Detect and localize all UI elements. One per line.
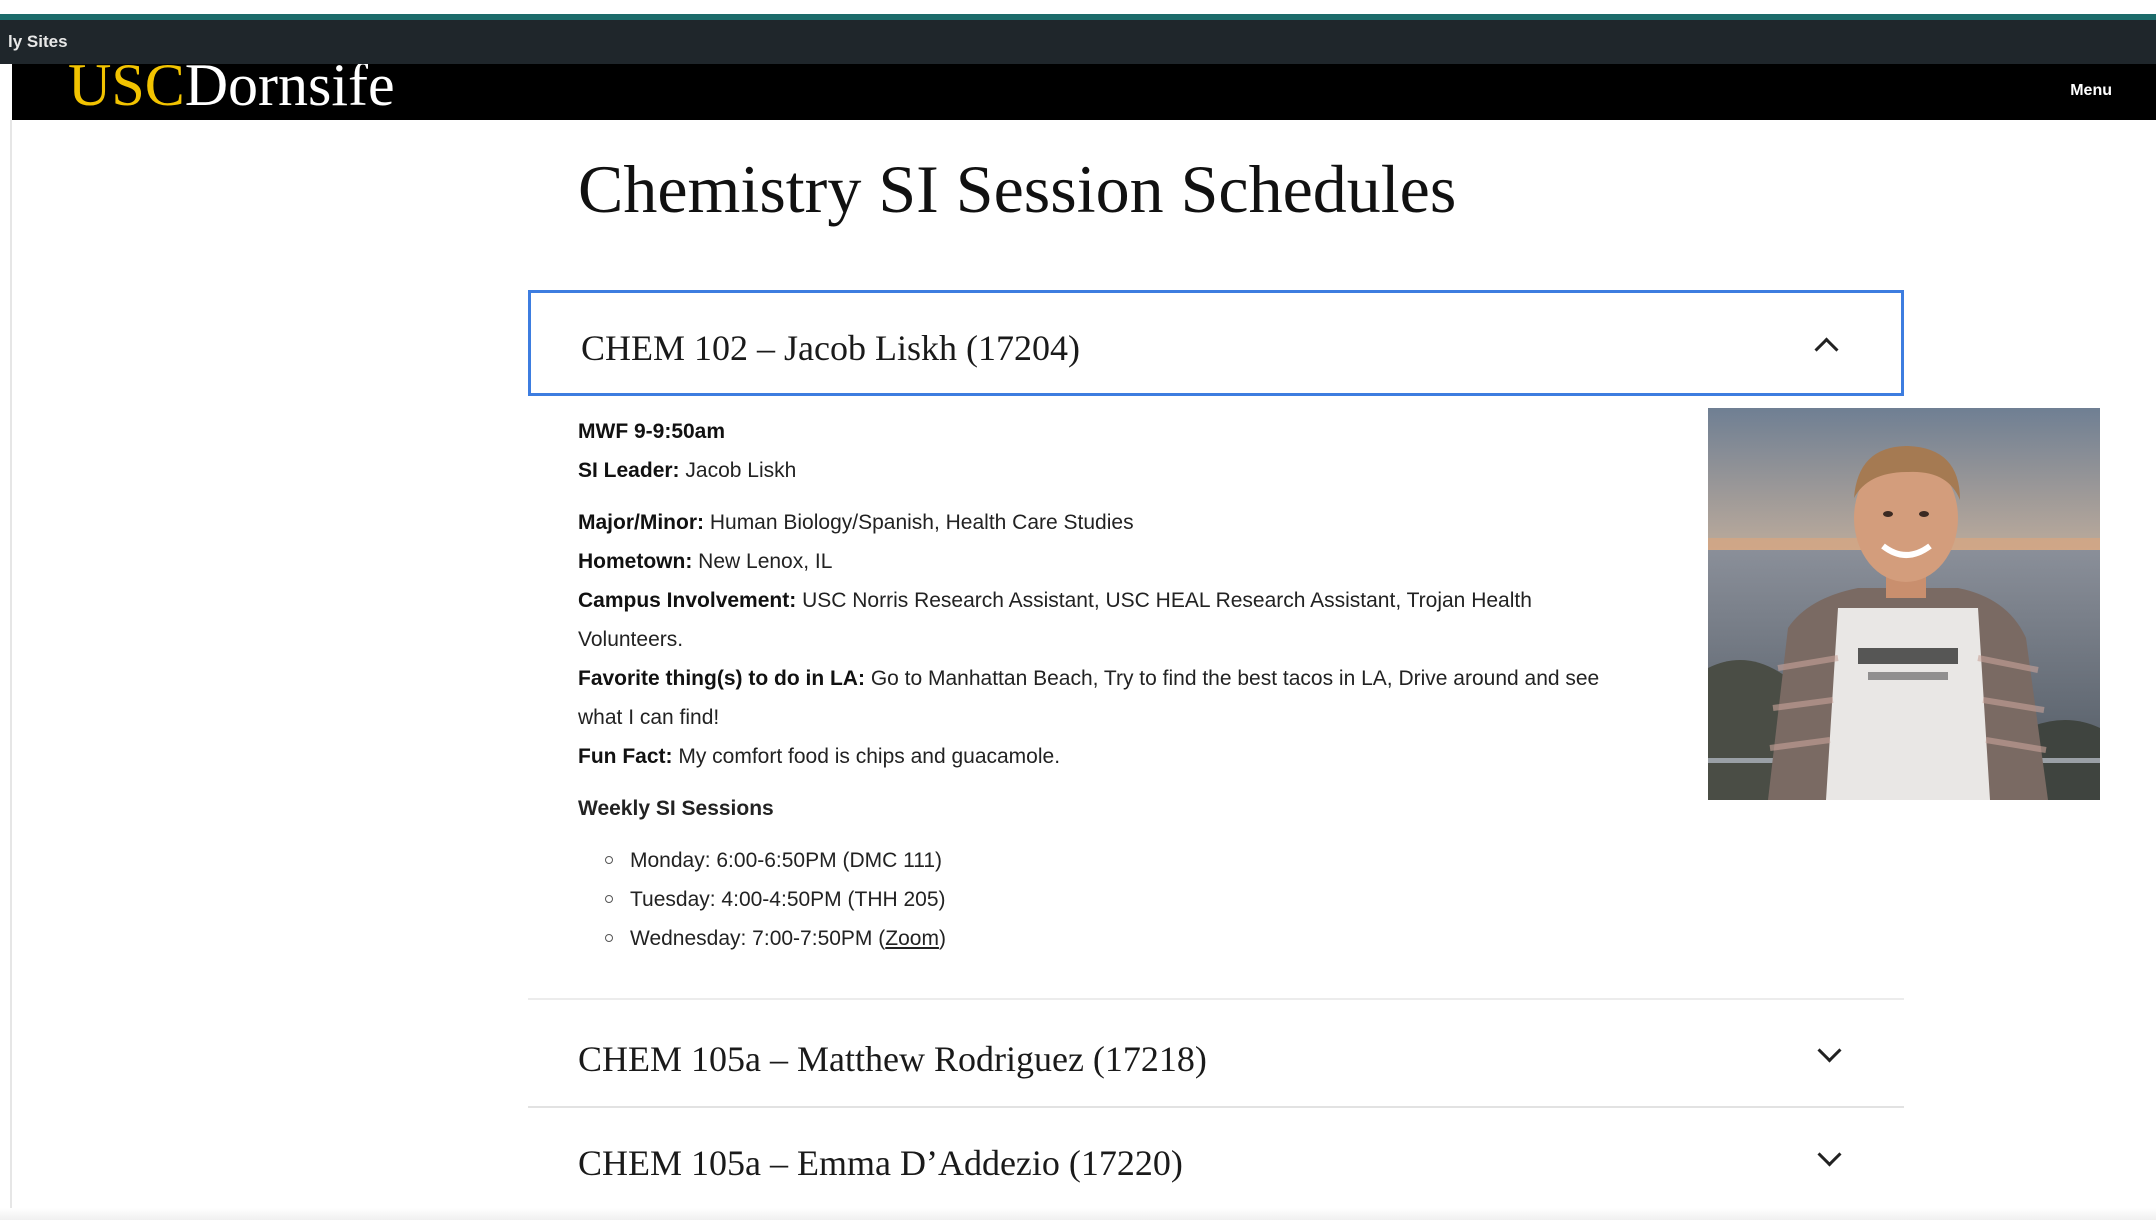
accordion-panel-chem-102: MWF 9-9:50am SI Leader: Jacob Liskh Majo…	[528, 396, 1904, 1000]
hometown-value: New Lenox, IL	[698, 550, 833, 573]
bullet-icon	[605, 895, 613, 903]
major-line: Major/Minor: Human Biology/Spanish, Heal…	[578, 503, 1638, 542]
si-leader-line: SI Leader: Jacob Liskh	[578, 451, 1638, 490]
list-item: Tuesday: 4:00-4:50PM (THH 205)	[578, 880, 1638, 919]
fun-fact-label: Fun Fact:	[578, 745, 673, 768]
page-title: Chemistry SI Session Schedules	[578, 151, 1457, 227]
fun-fact-value: My comfort food is chips and guacamole.	[678, 745, 1061, 768]
session-text-end: )	[938, 927, 946, 950]
si-leader-value: Jacob Liskh	[685, 459, 797, 482]
schedule-text: MWF 9-9:50am	[578, 420, 726, 443]
window-edge	[10, 120, 12, 1220]
session-text: Monday: 6:00-6:50PM (DMC 111)	[630, 849, 943, 872]
favorite-line: Favorite thing(s) to do in LA: Go to Man…	[578, 659, 1638, 737]
site-header: USCDornsife Menu	[12, 64, 2156, 120]
site-logo[interactable]: USCDornsife	[68, 64, 395, 120]
hometown-label: Hometown:	[578, 550, 693, 573]
accordion-header-chem-105a-rodriguez[interactable]: CHEM 105a – Matthew Rodriguez (17218)	[528, 1004, 1904, 1108]
admin-bar: ly Sites	[0, 20, 2156, 64]
accordion-header-chem-105a-daddezio[interactable]: CHEM 105a – Emma D’Addezio (17220)	[528, 1108, 1904, 1212]
favorite-label: Favorite thing(s) to do in LA:	[578, 667, 865, 690]
leader-info: MWF 9-9:50am SI Leader: Jacob Liskh Majo…	[578, 412, 1638, 958]
accordion-title: CHEM 105a – Matthew Rodriguez (17218)	[578, 1039, 1207, 1079]
my-sites-link[interactable]: ly Sites	[8, 20, 68, 64]
fun-fact-line: Fun Fact: My comfort food is chips and g…	[578, 737, 1638, 776]
accordion-title: CHEM 102 – Jacob Liskh (17204)	[581, 328, 1080, 368]
accordion-header-chem-102[interactable]: CHEM 102 – Jacob Liskh (17204)	[528, 290, 1904, 396]
si-leader-photo	[1708, 408, 2100, 800]
sessions-list: Monday: 6:00-6:50PM (DMC 111) Tuesday: 4…	[578, 841, 1638, 958]
hometown-line: Hometown: New Lenox, IL	[578, 542, 1638, 581]
schedule-line: MWF 9-9:50am	[578, 412, 1638, 451]
bullet-icon	[605, 934, 613, 942]
list-item: Monday: 6:00-6:50PM (DMC 111)	[578, 841, 1638, 880]
accordion-title: CHEM 105a – Emma D’Addezio (17220)	[578, 1143, 1183, 1183]
session-text: Wednesday: 7:00-7:50PM (	[630, 927, 886, 950]
zoom-link[interactable]: Zoom	[885, 927, 939, 950]
chevron-down-icon	[1817, 1142, 1842, 1167]
logo-usc: USC	[68, 64, 185, 118]
campus-label: Campus Involvement:	[578, 589, 797, 612]
session-text: Tuesday: 4:00-4:50PM (THH 205)	[630, 888, 946, 911]
photo-illustration	[1708, 408, 2100, 800]
menu-button[interactable]: Menu	[2070, 82, 2112, 100]
major-label: Major/Minor:	[578, 511, 704, 534]
si-leader-label: SI Leader:	[578, 459, 680, 482]
list-item: Wednesday: 7:00-7:50PM (Zoom)	[578, 919, 1638, 958]
chevron-down-icon	[1817, 1038, 1842, 1063]
chevron-up-icon	[1814, 337, 1839, 362]
logo-dornsife: Dornsife	[184, 64, 395, 118]
bullet-icon	[605, 856, 613, 864]
campus-line: Campus Involvement: USC Norris Research …	[578, 581, 1638, 659]
sessions-title: Weekly SI Sessions	[578, 797, 774, 820]
major-value: Human Biology/Spanish, Health Care Studi…	[709, 511, 1134, 534]
bottom-fade	[0, 1208, 2156, 1220]
